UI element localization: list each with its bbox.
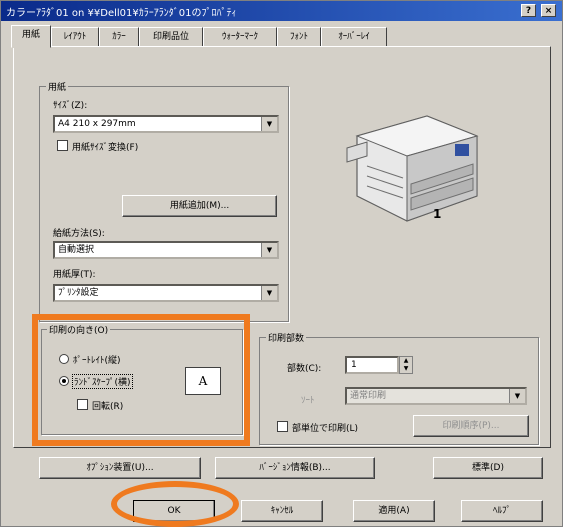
print-order-label: ｿｰﾄ: [301, 396, 315, 406]
chevron-down-icon[interactable]: ▼: [261, 117, 277, 131]
paper-group-title: 用紙: [46, 80, 69, 93]
svg-text:1: 1: [433, 207, 441, 221]
tab-font[interactable]: ﾌｫﾝﾄ: [277, 27, 321, 47]
chevron-down-icon[interactable]: ▼: [261, 286, 277, 300]
copies-count-input[interactable]: 1: [345, 356, 399, 374]
tab-watermark[interactable]: ｳｫｰﾀｰﾏｰｸ: [203, 27, 277, 47]
tab-overlay[interactable]: ｵｰﾊﾞｰﾚｲ: [321, 27, 387, 47]
chevron-down-icon[interactable]: ▼: [509, 389, 525, 403]
apply-button[interactable]: 適用(A): [353, 500, 435, 522]
help-title-button[interactable]: ?: [521, 4, 536, 17]
size-label: ｻｲｽﾞ(Z):: [53, 101, 88, 111]
print-order-button[interactable]: 印刷順序(P)...: [413, 415, 529, 437]
paper-feed-select[interactable]: 自動選択 ▼: [53, 241, 279, 259]
tab-color[interactable]: ｶﾗｰ: [99, 27, 139, 47]
window-title: カラーｱﾗﾀﾞ01 on ¥¥Dell01¥ｶﾗｰｱﾗﾝﾀﾞ01のﾌﾟﾛﾊﾟﾃｨ: [6, 8, 237, 19]
ok-button[interactable]: OK: [133, 500, 215, 522]
help-button[interactable]: ﾍﾙﾌﾟ: [461, 500, 543, 522]
paper-thickness-value: ﾌﾟﾘﾝﾀ設定: [58, 288, 99, 298]
paper-size-select[interactable]: A4 210 x 297mm ▼: [53, 115, 279, 133]
collate-label: 部単位で印刷(L): [292, 424, 359, 434]
title-bar[interactable]: カラーｱﾗﾀﾞ01 on ¥¥Dell01¥ｶﾗｰｱﾗﾝﾀﾞ01のﾌﾟﾛﾊﾟﾃｨ…: [1, 1, 562, 21]
tab-layout[interactable]: ﾚｲｱｳﾄ: [51, 27, 99, 47]
tab-paper[interactable]: 用紙: [11, 25, 51, 48]
chevron-down-icon[interactable]: ▼: [261, 243, 277, 257]
paper-feed-value: 自動選択: [58, 245, 95, 255]
options-button[interactable]: ｵﾌﾟｼｮﾝ装置(U)...: [39, 457, 201, 479]
version-info-button[interactable]: ﾊﾞｰｼﾞｮﾝ情報(B)...: [215, 457, 375, 479]
cancel-button[interactable]: ｷｬﾝｾﾙ: [241, 500, 323, 522]
printer-properties-dialog: カラーｱﾗﾀﾞ01 on ¥¥Dell01¥ｶﾗｰｱﾗﾝﾀﾞ01のﾌﾟﾛﾊﾟﾃｨ…: [0, 0, 563, 527]
copies-group-title: 印刷部数: [266, 331, 307, 344]
collate-checkbox[interactable]: [277, 421, 288, 432]
add-paper-button[interactable]: 用紙追加(M)...: [122, 195, 277, 217]
thickness-label: 用紙厚(T):: [53, 270, 96, 280]
print-order-value: 通常印刷: [350, 391, 387, 401]
copies-count-value: 1: [351, 360, 357, 370]
paper-size-value: A4 210 x 297mm: [58, 119, 136, 129]
paper-fit-label: 用紙ｻｲｽﾞ変換(F): [72, 143, 139, 153]
orientation-highlight-frame: [32, 314, 250, 446]
copies-spinner[interactable]: ▲ ▼: [399, 356, 413, 374]
paper-fit-checkbox[interactable]: [57, 140, 68, 151]
close-button[interactable]: ×: [541, 4, 556, 17]
copies-count-label: 部数(C):: [287, 364, 322, 374]
standard-button[interactable]: 標準(D): [433, 457, 543, 479]
tab-print-quality[interactable]: 印刷品位: [139, 27, 203, 47]
printer-illustration-icon: 1: [346, 115, 479, 222]
feed-label: 給紙方法(S):: [53, 229, 105, 239]
print-order-select[interactable]: 通常印刷 ▼: [345, 387, 527, 405]
paper-thickness-select[interactable]: ﾌﾟﾘﾝﾀ設定 ▼: [53, 284, 279, 302]
